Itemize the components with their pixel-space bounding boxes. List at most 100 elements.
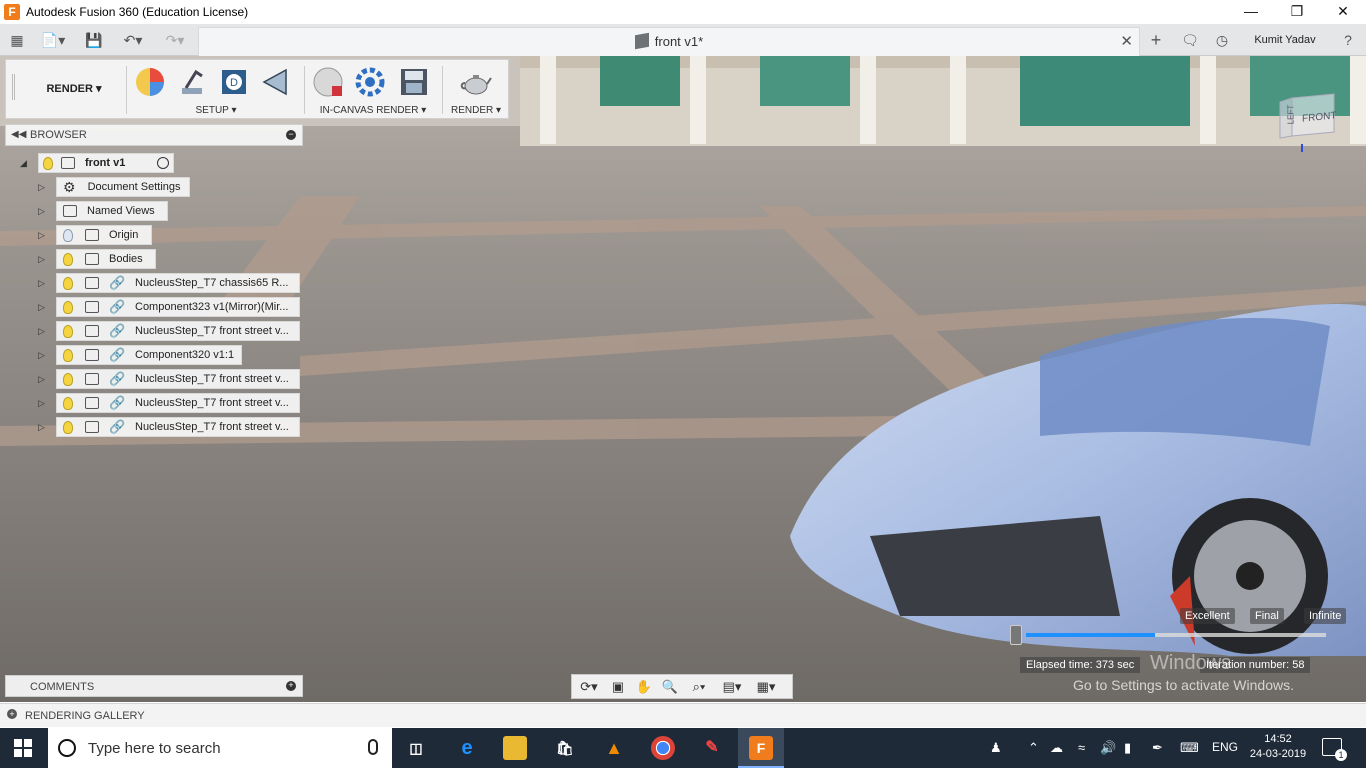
browser-item-chip[interactable]: 🔗 NucleusStep_T7 chassis65 R...: [56, 273, 300, 293]
new-tab-plus-icon[interactable]: +: [1146, 30, 1166, 50]
fit-zoom-icon[interactable]: ⌕▾: [686, 678, 712, 696]
comments-panel[interactable]: COMMENTS +: [5, 675, 303, 697]
visibility-bulb-icon[interactable]: [63, 300, 73, 314]
zoom-icon[interactable]: 🔍: [660, 678, 680, 696]
chat-icon[interactable]: 🗨: [1180, 30, 1200, 50]
task-view-icon[interactable]: ◫: [404, 736, 428, 760]
action-center-icon[interactable]: 1: [1322, 738, 1347, 761]
taskbar-search-box[interactable]: Type here to search: [48, 728, 392, 768]
browser-item-chip[interactable]: 🔗 Component320 v1:1: [56, 345, 242, 365]
data-panel-grid-icon[interactable]: ▦: [8, 30, 26, 50]
volume-icon[interactable]: 🔊: [1100, 740, 1116, 756]
windows-start-icon[interactable]: [14, 739, 32, 757]
expand-triangle-icon[interactable]: ▷: [38, 350, 48, 360]
decal-icon[interactable]: D: [218, 66, 250, 98]
tray-chevron-icon[interactable]: ⌃: [1028, 740, 1039, 756]
grid-settings-icon[interactable]: ▦▾: [752, 678, 780, 696]
browser-panel-header[interactable]: ◀◀ BROWSER −: [5, 124, 303, 146]
browser-item-chip[interactable]: 🔗 NucleusStep_T7 front street v...: [56, 321, 300, 341]
display-settings-icon[interactable]: ▤▾: [718, 678, 746, 696]
viewcube-left-label[interactable]: LEFT: [1286, 105, 1295, 125]
browser-item-chip[interactable]: ⚙ Document Settings: [56, 177, 190, 197]
pen-icon[interactable]: ✒: [1152, 740, 1163, 756]
visibility-bulb-icon[interactable]: [63, 252, 73, 266]
activate-radio-icon[interactable]: [157, 157, 169, 169]
browser-item-chip[interactable]: Named Views: [56, 201, 168, 221]
keyboard-icon[interactable]: ⌨: [1180, 740, 1199, 756]
expand-gallery-icon[interactable]: +: [7, 709, 17, 719]
browser-item[interactable]: ▷ 🔗 NucleusStep_T7 front street v...: [38, 393, 300, 413]
document-tab[interactable]: front v1* ✕: [198, 27, 1140, 56]
in-canvas-render-icon[interactable]: [312, 66, 344, 98]
add-comment-icon[interactable]: +: [286, 681, 296, 691]
expand-triangle-icon[interactable]: ▷: [38, 422, 48, 432]
browser-item[interactable]: ▷ Bodies: [38, 249, 156, 269]
render-teapot-icon[interactable]: [460, 66, 492, 98]
close-icon[interactable]: ✕: [1320, 0, 1366, 24]
fusion-taskbar-button[interactable]: F: [738, 728, 784, 768]
visibility-bulb-icon[interactable]: [63, 372, 73, 386]
sketch-icon[interactable]: ✎: [700, 736, 724, 760]
browser-item[interactable]: ▷ 🔗 Component323 v1(Mirror)(Mir...: [38, 297, 300, 317]
expand-triangle-icon[interactable]: ▷: [38, 302, 48, 312]
chrome-icon[interactable]: [651, 736, 675, 760]
browser-item[interactable]: ▷ 🔗 NucleusStep_T7 front street v...: [38, 369, 300, 389]
expand-triangle-icon[interactable]: ▷: [38, 398, 48, 408]
root-component-chip[interactable]: front v1: [38, 153, 174, 173]
in-canvas-render-group-label[interactable]: IN-CANVAS RENDER ▾: [306, 105, 440, 116]
user-account-menu[interactable]: Kumit Yadav: [1248, 30, 1322, 50]
expand-triangle-icon[interactable]: ▷: [38, 374, 48, 384]
browser-item[interactable]: ▷ 🔗 NucleusStep_T7 front street v...: [38, 321, 300, 341]
scene-settings-icon[interactable]: [176, 66, 208, 98]
language-indicator[interactable]: ENG: [1212, 740, 1238, 754]
file-explorer-icon[interactable]: [503, 736, 527, 760]
people-icon[interactable]: ♟: [990, 740, 1002, 756]
browser-item[interactable]: ▷ Origin: [38, 225, 152, 245]
texture-map-icon[interactable]: [260, 66, 292, 98]
render-group-label[interactable]: RENDER ▾: [444, 105, 508, 116]
viewcube[interactable]: FRONT LEFT: [1278, 88, 1340, 154]
browser-item-chip[interactable]: 🔗 NucleusStep_T7 front street v...: [56, 369, 300, 389]
look-at-icon[interactable]: ▣: [608, 678, 628, 696]
browser-item[interactable]: ▷ ⚙ Document Settings: [38, 177, 190, 197]
browser-item[interactable]: ▷ 🔗 NucleusStep_T7 chassis65 R...: [38, 273, 300, 293]
pan-hand-icon[interactable]: ✋: [634, 678, 654, 696]
visibility-bulb-icon[interactable]: [63, 348, 73, 362]
visibility-bulb-icon[interactable]: [63, 324, 73, 338]
file-menu-icon[interactable]: 📄▾: [38, 30, 68, 50]
expand-triangle-icon[interactable]: ▷: [38, 278, 48, 288]
expand-triangle-icon[interactable]: ▷: [38, 326, 48, 336]
expand-triangle-icon[interactable]: ▷: [38, 230, 48, 240]
render-settings-icon[interactable]: [354, 66, 386, 98]
browser-item[interactable]: ▷ 🔗 NucleusStep_T7 front street v...: [38, 417, 300, 437]
browser-item-chip[interactable]: Bodies: [56, 249, 156, 269]
edge-icon[interactable]: e: [455, 736, 479, 760]
expand-triangle-icon[interactable]: ▷: [38, 254, 48, 264]
minimize-icon[interactable]: —: [1228, 0, 1274, 24]
onedrive-icon[interactable]: ☁: [1050, 740, 1063, 756]
setup-group-label[interactable]: SETUP ▾: [130, 105, 302, 116]
orbit-icon[interactable]: ⟳▾: [576, 678, 602, 696]
visibility-bulb-off-icon[interactable]: [63, 228, 73, 242]
microphone-icon[interactable]: [368, 739, 378, 755]
store-icon[interactable]: 🛍: [553, 736, 577, 760]
browser-item-chip[interactable]: 🔗 Component323 v1(Mirror)(Mir...: [56, 297, 300, 317]
browser-root-row[interactable]: ◢ front v1: [20, 153, 174, 173]
system-clock[interactable]: 14:52 24-03-2019: [1247, 732, 1309, 762]
save-icon[interactable]: 💾: [84, 30, 104, 50]
collapse-browser-icon[interactable]: ◀◀: [11, 129, 26, 140]
toolbar-grip[interactable]: [12, 74, 15, 100]
undo-icon[interactable]: ↶▾: [116, 30, 150, 50]
browser-item-chip[interactable]: 🔗 NucleusStep_T7 front street v...: [56, 393, 300, 413]
browser-item-chip[interactable]: Origin: [56, 225, 152, 245]
expand-triangle-icon[interactable]: ▷: [38, 206, 48, 216]
visibility-bulb-icon[interactable]: [63, 420, 73, 434]
browser-item[interactable]: ▷ Named Views: [38, 201, 168, 221]
expand-triangle-icon[interactable]: ◢: [20, 158, 30, 168]
expand-triangle-icon[interactable]: ▷: [38, 182, 48, 192]
visibility-bulb-icon[interactable]: [63, 396, 73, 410]
vlc-icon[interactable]: ▲: [602, 736, 626, 760]
render-quality-slider[interactable]: [1010, 625, 1328, 645]
maximize-icon[interactable]: ❐: [1274, 0, 1320, 24]
slider-handle[interactable]: [1010, 625, 1022, 645]
